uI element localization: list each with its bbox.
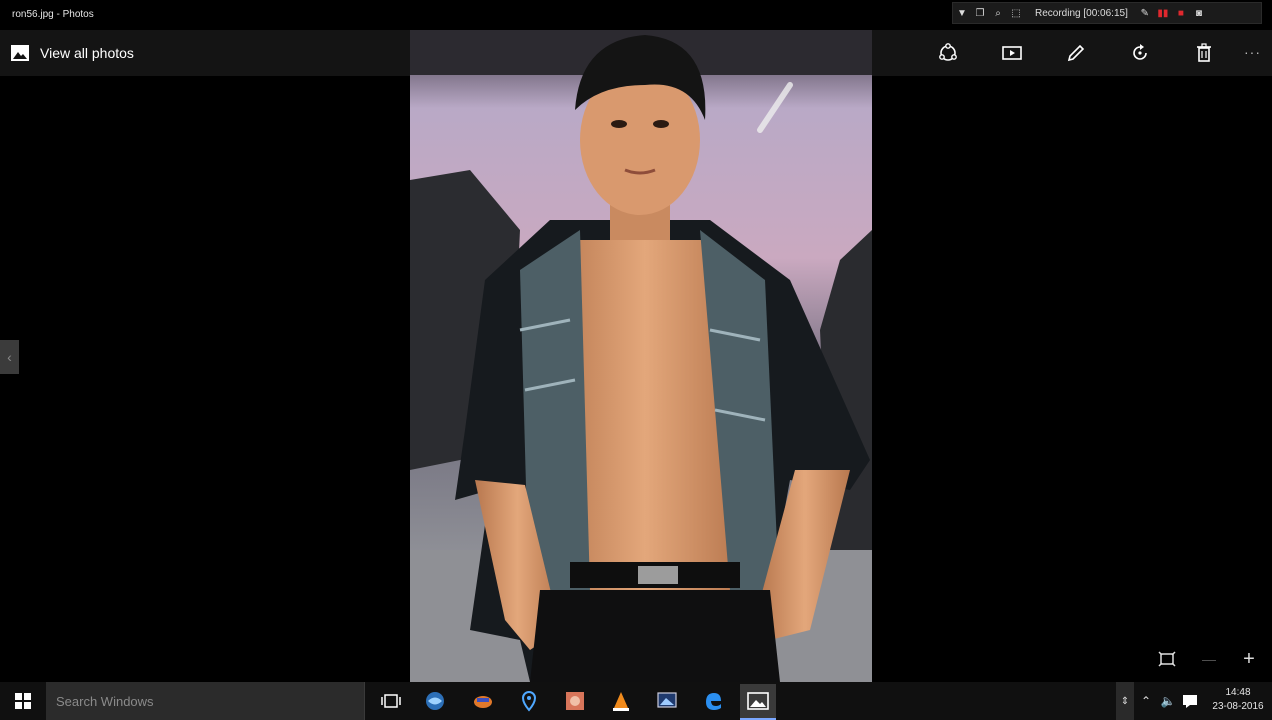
recorder-toolbar: ▼ ❐ ⌕ ⬚ Recording [00:06:15] ✎ ▮▮ ■ ◙ (952, 2, 1262, 24)
volume-button[interactable]: 🔈 (1158, 682, 1178, 720)
notification-icon (1183, 695, 1197, 708)
search-placeholder: Search Windows (56, 694, 154, 709)
pause-icon[interactable]: ▮▮ (1154, 8, 1172, 19)
dropdown-icon[interactable]: ▼ (953, 8, 971, 19)
task-view-button[interactable] (376, 686, 406, 716)
delete-button[interactable] (1190, 40, 1218, 66)
window-title: ron56.jpg - Photos (12, 9, 94, 20)
scroll-arrows-icon: ⇕ (1120, 695, 1130, 707)
window-titlebar: ron56.jpg - Photos ▼ ❐ ⌕ ⬚ Recording [00… (0, 0, 1272, 30)
recording-status: Recording [00:06:15] (1035, 7, 1128, 19)
start-button[interactable] (0, 682, 46, 720)
taskbar-search-box[interactable]: Search Windows (46, 682, 365, 720)
taskbar-app-2[interactable] (468, 686, 498, 716)
windows-taskbar: Search Windows ⇕ ⌃ 🔈 14:48 23-08-2016 (0, 682, 1272, 720)
paint-app-icon (566, 692, 584, 710)
photos-app-icon (747, 692, 769, 710)
taskbar-clock[interactable]: 14:48 23-08-2016 (1208, 686, 1268, 714)
rotate-button[interactable] (1126, 40, 1154, 66)
chevron-left-icon: ‹ (7, 349, 12, 365)
taskbar-app-edge[interactable] (698, 686, 728, 716)
cone-app-icon (613, 692, 629, 711)
portrait-photo (410, 30, 872, 682)
tray-scroll-button[interactable]: ⇕ (1116, 682, 1134, 720)
taskbar-app-vlc[interactable] (606, 686, 636, 716)
zoom-out-button[interactable]: — (1198, 648, 1220, 670)
zoom-icon[interactable]: ⌕ (989, 8, 1007, 19)
slideshow-button[interactable] (998, 40, 1026, 66)
task-view-icon (381, 694, 401, 708)
gallery-icon (11, 45, 29, 61)
stop-icon[interactable]: ■ (1172, 8, 1190, 19)
window-icon[interactable]: ❐ (971, 8, 989, 19)
volume-icon: 🔈 (1160, 694, 1176, 708)
region-icon[interactable]: ⬚ (1007, 8, 1025, 19)
clock-date: 23-08-2016 (1212, 701, 1264, 712)
delete-icon (1197, 43, 1211, 62)
notifications-button[interactable] (1180, 682, 1200, 720)
fit-to-window-button[interactable] (1156, 648, 1178, 670)
previous-photo-button[interactable]: ‹ (0, 340, 19, 374)
taskbar-app-photos[interactable] (740, 684, 776, 720)
camera-icon[interactable]: ◙ (1190, 8, 1208, 19)
taskbar-app-paint[interactable] (560, 686, 590, 716)
taskbar-app-1[interactable] (420, 686, 450, 716)
view-all-photos-button[interactable]: View all photos (10, 42, 134, 64)
photo-viewer-image[interactable] (410, 30, 872, 682)
pen-icon[interactable]: ✎ (1136, 8, 1154, 19)
fit-window-icon (1158, 651, 1176, 667)
desktop-app-icon (657, 692, 677, 708)
rotate-icon (1133, 44, 1147, 60)
taskbar-app-desktop[interactable] (652, 686, 682, 716)
taskbar-app-maps[interactable] (514, 686, 544, 716)
windows-logo-icon (15, 693, 31, 709)
edge-browser-icon (706, 693, 721, 710)
map-pin-icon (521, 690, 537, 712)
view-all-photos-label: View all photos (40, 45, 134, 61)
more-options-button[interactable]: ··· (1244, 44, 1261, 60)
chevron-up-icon: ⌃ (1140, 694, 1152, 708)
clock-time: 14:48 (1225, 687, 1251, 698)
share-icon (939, 43, 957, 61)
tray-overflow-button[interactable]: ⌃ (1138, 682, 1154, 720)
share-button[interactable] (934, 40, 962, 66)
slideshow-icon (1002, 46, 1022, 60)
edit-button[interactable] (1062, 40, 1090, 66)
zoom-in-button[interactable]: + (1238, 648, 1260, 670)
edit-icon (1067, 44, 1085, 62)
media-app-icon (474, 696, 492, 708)
browser-globe-icon (426, 692, 444, 710)
